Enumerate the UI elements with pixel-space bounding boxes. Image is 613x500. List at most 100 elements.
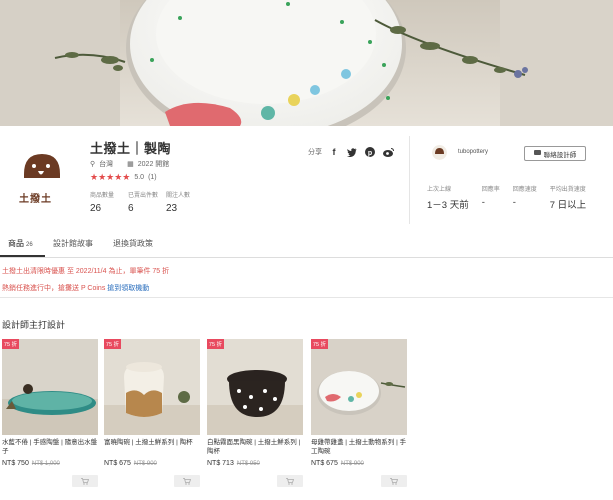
stat-label: 商品數量	[90, 193, 115, 199]
cart-icon	[390, 477, 398, 485]
add-to-cart-button[interactable]	[174, 475, 200, 487]
price-original: NT$ 1,000	[31, 461, 60, 467]
discount-badge: 75 折	[2, 339, 19, 349]
resp-value: -	[512, 197, 516, 208]
shop-location: 台灣	[99, 161, 114, 168]
weibo-icon[interactable]	[382, 146, 394, 158]
share-label: 分享	[308, 149, 322, 156]
calendar-icon: ▦	[127, 161, 134, 168]
tab-label: 商品	[8, 239, 24, 248]
cart-icon	[183, 477, 191, 485]
product-image[interactable]: 75 折	[311, 339, 407, 435]
price-original: NT$ 950	[236, 461, 260, 467]
facebook-icon[interactable]: f	[328, 146, 340, 158]
product-price: NT$ 675 NT$ 900	[311, 460, 407, 467]
tab-label: 退換貨政策	[113, 239, 153, 248]
product-title[interactable]: 母雞帶雞盞 | 土撥土動物系列 | 手工陶碗	[311, 438, 407, 456]
section-divider	[0, 297, 613, 298]
product-title[interactable]: 水藍不倦 | 手感陶盤 | 隨意出水盤子	[2, 438, 98, 456]
coins-notice: 熱銷任務進行中，搶攤送 P Coins 搶到領取機動	[2, 283, 149, 293]
resp-label: 回應速度	[512, 187, 537, 193]
resp-rate: 回應率 -	[482, 184, 500, 211]
product-card[interactable]: 75 折 母雞帶雞盞 | 土撥土動物系列 | 手工陶碗 NT$ 675 NT$ 9…	[311, 339, 407, 487]
resp-value: 1－3 天前	[427, 200, 469, 211]
stat-sold: 已賣出件數 6	[128, 190, 166, 214]
resp-value: -	[481, 197, 485, 208]
add-to-cart-button[interactable]	[277, 475, 303, 487]
rating-stars-icon: ★★★★★	[90, 172, 131, 182]
tab-count: 26	[26, 242, 33, 248]
product-card[interactable]: 75 折 白點霧面黑陶碗 | 土撥土鮮系列 | 陶杯 NT$ 713 NT$ 95…	[207, 339, 303, 487]
coins-notice-text: 熱銷任務進行中，搶攤送 P Coins	[2, 285, 108, 292]
product-price: NT$ 713 NT$ 950	[207, 460, 303, 467]
rating-value: 5.0	[134, 174, 145, 181]
section-title: 設計師主打設計	[2, 320, 66, 330]
contact-designer-button[interactable]: 聯絡設計師	[524, 146, 586, 161]
svg-text:p: p	[368, 150, 372, 157]
price-current: NT$ 675	[104, 460, 131, 467]
price-current: NT$ 750	[2, 460, 29, 467]
header-divider	[409, 136, 410, 224]
product-price: NT$ 750 NT$ 1,000	[2, 460, 98, 467]
logo-text: 土撥土	[19, 194, 52, 205]
stat-value: 26	[90, 203, 102, 214]
stat-label: 已賣出件數	[128, 193, 159, 199]
product-image[interactable]: 75 折	[104, 339, 200, 435]
location-pin-icon: ⚲	[90, 161, 96, 168]
resp-label: 上次上線	[427, 187, 452, 193]
resp-speed: 回應速度 -	[513, 184, 537, 211]
stat-products: 商品數量 26	[90, 190, 128, 214]
tab-products[interactable]: 商品 26	[8, 238, 33, 249]
resp-shipping: 平均出貨速度 7 日以上	[550, 184, 586, 211]
shop-rating[interactable]: ★★★★★ 5.0 (1)	[90, 172, 157, 183]
price-current: NT$ 713	[207, 460, 234, 467]
contact-button-label: 聯絡設計師	[543, 151, 577, 159]
cart-icon	[81, 477, 89, 485]
chat-icon	[533, 149, 541, 158]
product-image[interactable]: 75 折	[2, 339, 98, 435]
twitter-icon[interactable]	[346, 146, 358, 158]
product-price: NT$ 675 NT$ 900	[104, 460, 200, 467]
add-to-cart-button[interactable]	[72, 475, 98, 487]
response-stats: 上次上線 1－3 天前 回應率 - 回應速度 - 平均出貨速度 7 日以上	[427, 184, 599, 211]
price-original: NT$ 900	[133, 461, 157, 467]
share-bar: 分享 f p	[308, 146, 394, 158]
product-title[interactable]: 白點霧面黑陶碗 | 土撥土鮮系列 | 陶杯	[207, 438, 303, 456]
shop-name: 土撥土｜製陶	[90, 141, 172, 156]
resp-last-online: 上次上線 1－3 天前	[427, 184, 469, 211]
shop-tabs: 商品 26 設計館故事 退換貨政策	[0, 234, 613, 258]
stat-value: 23	[166, 203, 178, 214]
price-current: NT$ 675	[311, 460, 338, 467]
price-original: NT$ 900	[340, 461, 364, 467]
shop-meta: ⚲ 台灣 ▦ 2022 開館	[90, 159, 169, 169]
active-tab-indicator	[0, 255, 45, 257]
product-image[interactable]: 75 折	[207, 339, 303, 435]
resp-label: 平均出貨速度	[549, 187, 586, 193]
cart-icon	[286, 477, 294, 485]
stat-value: 6	[128, 203, 134, 214]
product-card[interactable]: 75 折 富曉陶碗 | 土撥土鮮系列 | 陶杯 NT$ 675 NT$ 900	[104, 339, 200, 487]
discount-badge: 75 折	[207, 339, 224, 349]
tab-label: 設計館故事	[53, 239, 93, 248]
owner-avatar[interactable]	[432, 145, 447, 160]
shop-banner	[0, 0, 613, 126]
stat-label: 關注人數	[166, 193, 191, 199]
promo-notice: 土撥土出清限時優惠 至 2022/11/4 為止，單筆件 75 折	[2, 268, 170, 275]
product-card[interactable]: 75 折 水藍不倦 | 手感陶盤 | 隨意出水盤子 NT$ 750 NT$ 1,0…	[2, 339, 98, 487]
discount-badge: 75 折	[311, 339, 328, 349]
banner-plate-image	[0, 0, 613, 126]
tab-story[interactable]: 設計館故事	[53, 238, 93, 249]
product-title[interactable]: 富曉陶碗 | 土撥土鮮系列 | 陶杯	[104, 438, 200, 456]
coins-notice-link[interactable]: 搶到領取機動	[107, 285, 149, 292]
shop-joined: 2022 開館	[137, 161, 170, 168]
discount-badge: 75 折	[104, 339, 121, 349]
owner-username[interactable]: tubopottery	[458, 149, 488, 155]
pinterest-icon[interactable]: p	[364, 146, 376, 158]
resp-label: 回應率	[481, 187, 500, 193]
resp-value: 7 日以上	[549, 200, 587, 211]
rating-count: (1)	[148, 174, 157, 181]
add-to-cart-button[interactable]	[381, 475, 407, 487]
stat-followers: 關注人數 23	[166, 190, 204, 214]
tab-return-policy[interactable]: 退換貨政策	[113, 238, 153, 249]
shop-header: 土撥土 土撥土｜製陶 ⚲ 台灣 ▦ 2022 開館 ★★★★★ 5.0 (1) …	[0, 126, 613, 234]
